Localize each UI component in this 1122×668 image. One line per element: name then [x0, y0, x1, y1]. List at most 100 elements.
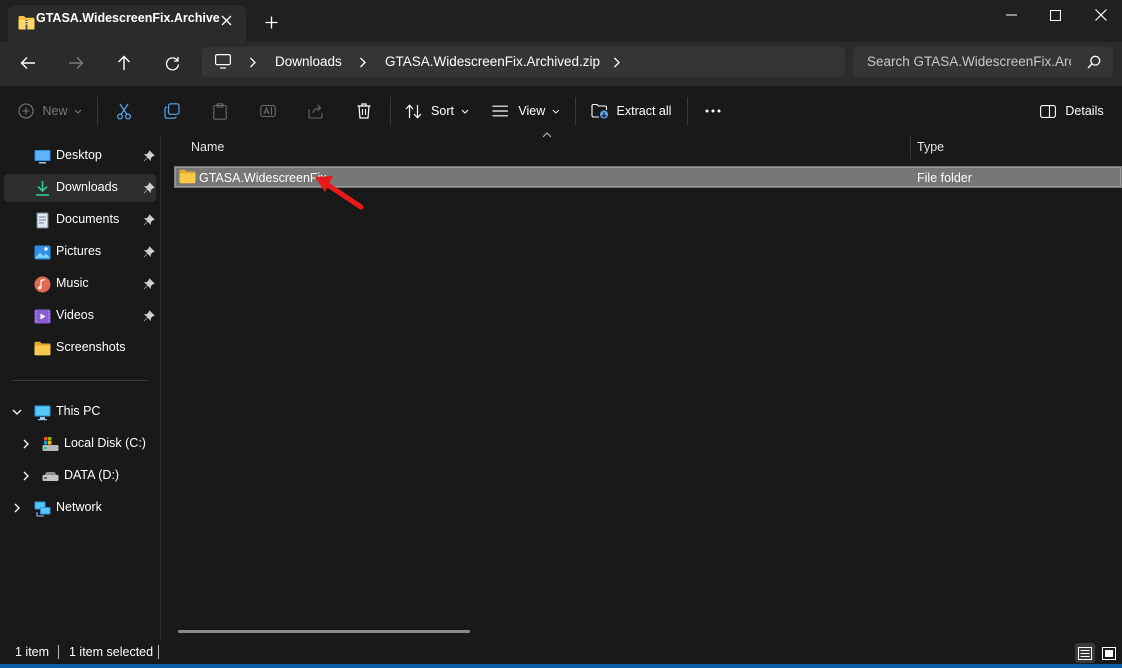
chevron-right-icon[interactable] — [246, 55, 260, 69]
rename-button[interactable] — [254, 96, 282, 126]
view-label: View — [518, 104, 546, 118]
sidebar-item-label: Pictures — [56, 244, 102, 258]
details-pane-icon — [1040, 104, 1057, 118]
sidebar-item-data-d[interactable]: DATA (D:) — [4, 462, 156, 490]
chevron-right-icon[interactable] — [610, 55, 624, 69]
status-selected-count: 1 item selected — [69, 645, 154, 659]
sidebar-item-this-pc[interactable]: This PC — [4, 398, 156, 426]
sidebar-item-label: Screenshots — [56, 340, 126, 354]
sidebar-item-pictures[interactable]: Pictures — [4, 238, 156, 266]
computer-icon — [34, 405, 51, 421]
arrow-right-icon — [69, 57, 84, 69]
sidebar-item-desktop[interactable]: Desktop — [4, 142, 156, 170]
sort-button[interactable]: Sort — [404, 96, 470, 126]
new-tab-button[interactable] — [259, 10, 283, 34]
sidebar-item-label: Desktop — [56, 148, 102, 162]
sidebar-item-label: Videos — [56, 308, 94, 322]
refresh-icon — [165, 56, 179, 70]
breadcrumb-archive[interactable]: GTASA.WidescreenFix.Archived.zip — [385, 54, 600, 69]
pin-icon[interactable] — [143, 246, 155, 258]
sidebar-item-label: This PC — [56, 404, 101, 418]
folder-icon — [179, 169, 196, 184]
share-button[interactable] — [302, 96, 330, 126]
column-header-name[interactable]: Name — [191, 140, 224, 154]
more-options-button[interactable] — [699, 96, 727, 126]
sidebar-item-label: Documents — [56, 212, 120, 226]
pin-icon[interactable] — [143, 182, 155, 194]
chevron-right-icon[interactable] — [11, 502, 23, 514]
new-button[interactable]: New — [16, 96, 84, 126]
pin-icon[interactable] — [143, 310, 155, 322]
share-icon — [308, 104, 323, 119]
large-icons-view-button[interactable] — [1099, 643, 1119, 663]
chevron-right-icon[interactable] — [20, 438, 32, 450]
view-button[interactable]: View — [492, 96, 560, 126]
sidebar-item-label: Network — [56, 500, 102, 514]
horizontal-scrollbar[interactable] — [178, 630, 470, 633]
copy-button[interactable] — [158, 96, 186, 126]
annotation-arrow-icon — [315, 176, 364, 210]
zip-folder-icon — [18, 16, 35, 30]
pin-icon[interactable] — [143, 278, 155, 290]
search-icon[interactable] — [1087, 55, 1101, 69]
up-button[interactable] — [109, 50, 139, 76]
forward-button[interactable] — [61, 50, 91, 76]
chevron-right-icon[interactable] — [356, 55, 370, 69]
more-icon — [705, 109, 721, 113]
download-icon — [36, 181, 49, 196]
sidebar-item-screenshots[interactable]: Screenshots — [4, 334, 156, 362]
pin-icon[interactable] — [143, 214, 155, 226]
details-view-icon — [1078, 646, 1092, 660]
pictures-icon — [34, 245, 51, 260]
divider — [58, 645, 59, 659]
column-resize-handle[interactable] — [910, 135, 911, 159]
extract-icon — [590, 103, 608, 119]
chevron-down-icon — [552, 109, 560, 114]
sidebar-item-label: Local Disk (C:) — [64, 436, 146, 450]
cut-button[interactable] — [110, 96, 138, 126]
sidebar-item-label: Music — [56, 276, 89, 290]
chevron-down-icon[interactable] — [11, 406, 23, 418]
paste-button[interactable] — [206, 96, 234, 126]
refresh-button[interactable] — [157, 50, 187, 76]
list-view-icon — [492, 105, 508, 117]
pin-icon[interactable] — [143, 150, 155, 162]
column-header-type[interactable]: Type — [917, 140, 944, 154]
network-icon — [34, 501, 51, 517]
sort-label: Sort — [431, 104, 454, 118]
window-edge — [0, 664, 1122, 668]
tab-close-button[interactable] — [214, 8, 238, 32]
tiles-view-icon — [1102, 646, 1116, 660]
chevron-right-icon[interactable] — [20, 470, 32, 482]
search-placeholder[interactable]: Search GTASA.WidescreenFix.Archived.zip — [867, 54, 1071, 69]
sidebar-item-label: DATA (D:) — [64, 468, 120, 482]
sidebar-item-network[interactable]: Network — [4, 494, 156, 522]
close-window-button[interactable] — [1078, 0, 1122, 30]
breadcrumb-downloads[interactable]: Downloads — [275, 54, 342, 69]
divider — [575, 97, 576, 125]
sidebar-item-videos[interactable]: Videos — [4, 302, 156, 330]
delete-button[interactable] — [350, 96, 378, 126]
maximize-icon — [1049, 9, 1061, 21]
details-label: Details — [1065, 104, 1104, 118]
details-view-button[interactable] — [1075, 643, 1095, 663]
sidebar-item-downloads[interactable]: Downloads — [4, 174, 156, 202]
clipboard-icon — [213, 102, 227, 120]
drive-c-icon — [42, 437, 59, 451]
plus-icon — [265, 16, 277, 28]
maximize-button[interactable] — [1032, 0, 1078, 30]
details-button[interactable]: Details — [1038, 96, 1106, 126]
extract-all-button[interactable]: Extract all — [590, 96, 672, 126]
sidebar-item-local-disk-c[interactable]: Local Disk (C:) — [4, 430, 156, 458]
sidebar-item-documents[interactable]: Documents — [4, 206, 156, 234]
minimize-icon — [1005, 14, 1017, 16]
tab-title: GTASA.WidescreenFix.Archive — [36, 11, 220, 25]
back-button[interactable] — [13, 50, 43, 76]
minimize-button[interactable] — [988, 0, 1034, 30]
music-icon — [34, 276, 51, 293]
sidebar-item-music[interactable]: Music — [4, 270, 156, 298]
pane-splitter[interactable] — [160, 135, 161, 640]
arrow-up-icon — [118, 55, 130, 70]
divider — [158, 645, 159, 659]
new-label: New — [42, 104, 68, 118]
